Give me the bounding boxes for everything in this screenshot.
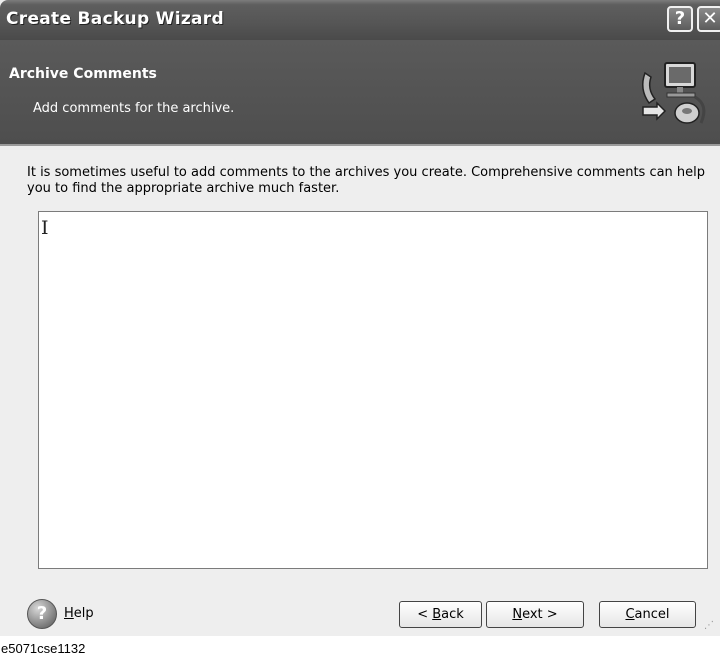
header-divider: [0, 144, 720, 146]
archive-comment-input[interactable]: I: [38, 211, 708, 569]
cancel-mnemonic: C: [625, 607, 635, 622]
titlebar-help-button[interactable]: ?: [667, 6, 693, 32]
cancel-rest: ancel: [634, 607, 670, 622]
next-mnemonic: N: [512, 607, 523, 622]
back-mnemonic: B: [432, 607, 442, 622]
help-label-rest: elp: [73, 606, 94, 621]
header-title: Archive Comments: [9, 66, 157, 82]
backup-computer-icon: [642, 62, 706, 124]
figure-caption: e5071cse1132: [1, 641, 86, 656]
help-icon: ?: [674, 8, 686, 29]
help-mnemonic: H: [64, 606, 74, 621]
header-subtitle: Add comments for the archive.: [33, 101, 235, 116]
cancel-button[interactable]: Cancel: [599, 601, 696, 628]
text-cursor-icon: I: [41, 217, 49, 239]
back-button[interactable]: < Back: [399, 601, 482, 628]
help-link[interactable]: Help: [64, 606, 94, 621]
next-button[interactable]: Next >: [486, 601, 584, 628]
window-title: Create Backup Wizard: [6, 9, 224, 29]
titlebar-close-button[interactable]: ✕: [697, 6, 720, 32]
next-rest: ext >: [522, 607, 558, 622]
help-circle-icon[interactable]: ?: [27, 599, 57, 629]
wizard-header: Archive Comments Add comments for the ar…: [0, 40, 720, 144]
back-rest: ack: [441, 607, 464, 622]
instruction-text: It is sometimes useful to add comments t…: [27, 165, 706, 196]
resize-grip-icon[interactable]: ⋰: [704, 620, 714, 631]
wizard-window: Create Backup Wizard ? ✕ Archive Comment…: [0, 0, 720, 636]
back-prefix: <: [417, 607, 433, 622]
close-icon: ✕: [702, 8, 718, 29]
title-bar[interactable]: Create Backup Wizard ? ✕: [0, 0, 720, 40]
